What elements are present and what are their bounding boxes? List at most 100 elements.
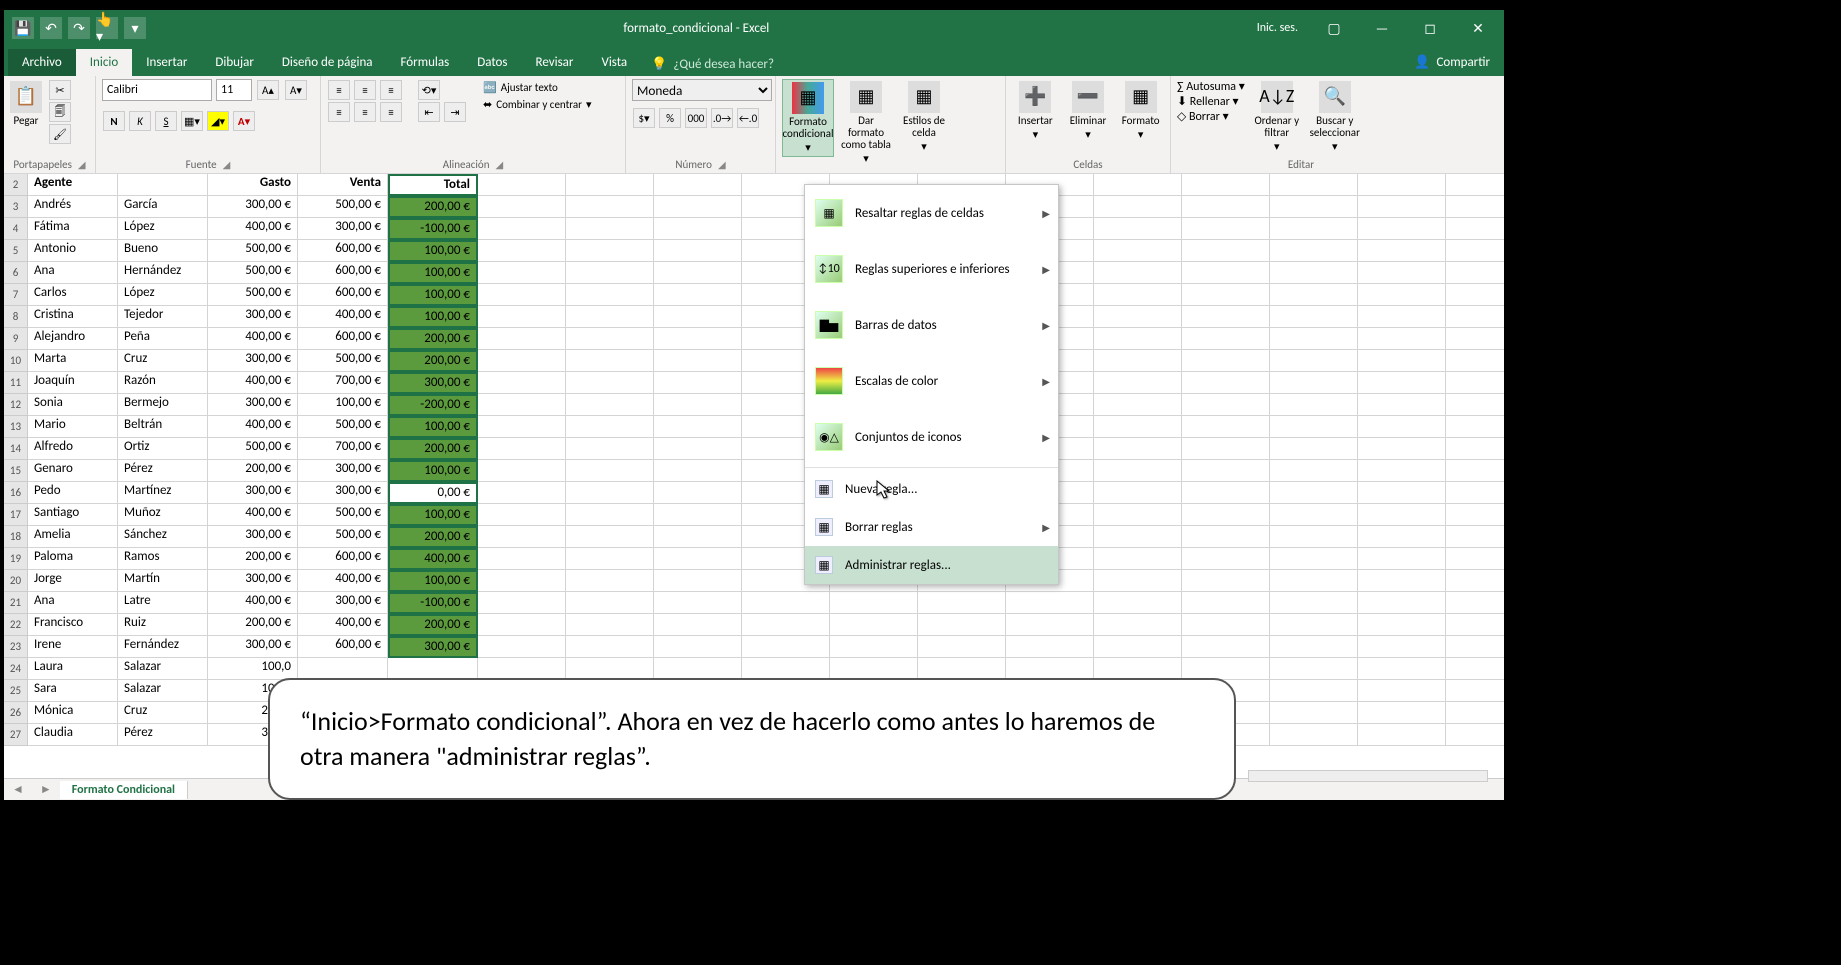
undo-icon[interactable]: ↶	[40, 17, 62, 39]
cell[interactable]: Cristina	[28, 306, 118, 328]
format-cells-button[interactable]: ▦Formato▾	[1117, 79, 1164, 143]
cell[interactable]: 600,00 €	[298, 636, 388, 658]
cell[interactable]: Fátima	[28, 218, 118, 240]
cell[interactable]: 500,00 €	[298, 196, 388, 218]
cell[interactable]	[742, 592, 830, 614]
cell[interactable]	[1094, 350, 1182, 372]
cell[interactable]	[566, 328, 654, 350]
cell[interactable]	[1094, 218, 1182, 240]
cell[interactable]	[1446, 460, 1504, 482]
cf-highlight-cells[interactable]: ▦Resaltar reglas de celdas▶	[805, 185, 1058, 241]
cell[interactable]	[478, 262, 566, 284]
cell[interactable]	[1446, 174, 1504, 196]
cell[interactable]: Ana	[28, 592, 118, 614]
cell[interactable]: Venta	[298, 174, 388, 196]
cell[interactable]	[654, 482, 742, 504]
cell[interactable]	[1182, 570, 1270, 592]
cell[interactable]	[1182, 262, 1270, 284]
cell[interactable]: 400,00 €	[208, 504, 298, 526]
cell[interactable]: Hernández	[118, 262, 208, 284]
cell[interactable]	[1094, 262, 1182, 284]
cell[interactable]: 200,00 €	[388, 196, 478, 218]
cell[interactable]	[1358, 394, 1446, 416]
decrease-decimal-icon[interactable]: ←.0	[737, 108, 759, 128]
tab-home[interactable]: Inicio	[76, 49, 132, 76]
cell[interactable]: 100,00 €	[388, 306, 478, 328]
cell[interactable]	[1446, 724, 1504, 746]
cell[interactable]	[1182, 174, 1270, 196]
cell[interactable]: Irene	[28, 636, 118, 658]
sheet-nav-next[interactable]: ►	[32, 782, 60, 797]
cell[interactable]	[1270, 460, 1358, 482]
row-header[interactable]: 26	[4, 702, 28, 724]
tab-data[interactable]: Datos	[463, 49, 521, 76]
cell[interactable]	[1446, 702, 1504, 724]
cell[interactable]	[1094, 636, 1182, 658]
cell[interactable]	[478, 196, 566, 218]
cell[interactable]	[830, 592, 918, 614]
cell[interactable]	[566, 240, 654, 262]
cell[interactable]	[1358, 262, 1446, 284]
cell[interactable]: Alfredo	[28, 438, 118, 460]
cell[interactable]	[1358, 614, 1446, 636]
row-header[interactable]: 20	[4, 570, 28, 592]
percent-icon[interactable]: %	[659, 108, 681, 128]
cell[interactable]	[566, 306, 654, 328]
cell[interactable]: 300,00 €	[298, 592, 388, 614]
cell[interactable]	[1006, 636, 1094, 658]
cell[interactable]	[654, 394, 742, 416]
cell[interactable]	[1182, 372, 1270, 394]
align-right-icon[interactable]: ≡	[380, 102, 402, 122]
cell[interactable]	[654, 372, 742, 394]
cell[interactable]	[118, 174, 208, 196]
cell[interactable]: López	[118, 218, 208, 240]
cell[interactable]: Salazar	[118, 658, 208, 680]
row-header[interactable]: 13	[4, 416, 28, 438]
cell[interactable]: Carlos	[28, 284, 118, 306]
cell[interactable]	[478, 328, 566, 350]
touch-icon[interactable]: 👆▾	[96, 17, 118, 39]
cell[interactable]: Peña	[118, 328, 208, 350]
tab-insert[interactable]: Insertar	[132, 49, 201, 76]
cell[interactable]	[918, 658, 1006, 680]
cell[interactable]	[1182, 636, 1270, 658]
cell[interactable]: 100,00 €	[388, 416, 478, 438]
cell[interactable]	[654, 592, 742, 614]
cell[interactable]: 500,00 €	[298, 504, 388, 526]
cell[interactable]	[566, 416, 654, 438]
cell[interactable]: 0,00 €	[388, 482, 478, 504]
cell[interactable]	[1182, 284, 1270, 306]
cell[interactable]	[1094, 504, 1182, 526]
cell[interactable]	[478, 240, 566, 262]
clear-button[interactable]: ◇ Borrar ▾	[1177, 109, 1245, 124]
cell[interactable]	[478, 658, 566, 680]
cell[interactable]: Jorge	[28, 570, 118, 592]
cell[interactable]: Martínez	[118, 482, 208, 504]
cell[interactable]	[1270, 702, 1358, 724]
cell[interactable]	[1006, 658, 1094, 680]
cell[interactable]: Antonio	[28, 240, 118, 262]
cell[interactable]	[1094, 174, 1182, 196]
row-header[interactable]: 4	[4, 218, 28, 240]
cell[interactable]: 400,00 €	[208, 592, 298, 614]
align-middle-icon[interactable]: ≡	[354, 80, 376, 100]
bold-button[interactable]: N	[103, 111, 125, 131]
row-header[interactable]: 14	[4, 438, 28, 460]
cell[interactable]	[1182, 196, 1270, 218]
cell[interactable]	[1358, 240, 1446, 262]
cell[interactable]	[1270, 306, 1358, 328]
cell[interactable]	[654, 196, 742, 218]
cell[interactable]	[1358, 724, 1446, 746]
cell[interactable]: 200,00 €	[208, 614, 298, 636]
cell[interactable]	[478, 350, 566, 372]
cell[interactable]: Francisco	[28, 614, 118, 636]
cell[interactable]: 100,0	[208, 658, 298, 680]
cell[interactable]: 400,00 €	[208, 218, 298, 240]
align-left-icon[interactable]: ≡	[328, 102, 350, 122]
row-header[interactable]: 11	[4, 372, 28, 394]
cell[interactable]: 400,00 €	[298, 614, 388, 636]
cell[interactable]	[1446, 614, 1504, 636]
paste-button[interactable]: 📋 Pegar	[10, 79, 42, 129]
cell[interactable]: 200,00 €	[208, 548, 298, 570]
cell[interactable]	[478, 372, 566, 394]
